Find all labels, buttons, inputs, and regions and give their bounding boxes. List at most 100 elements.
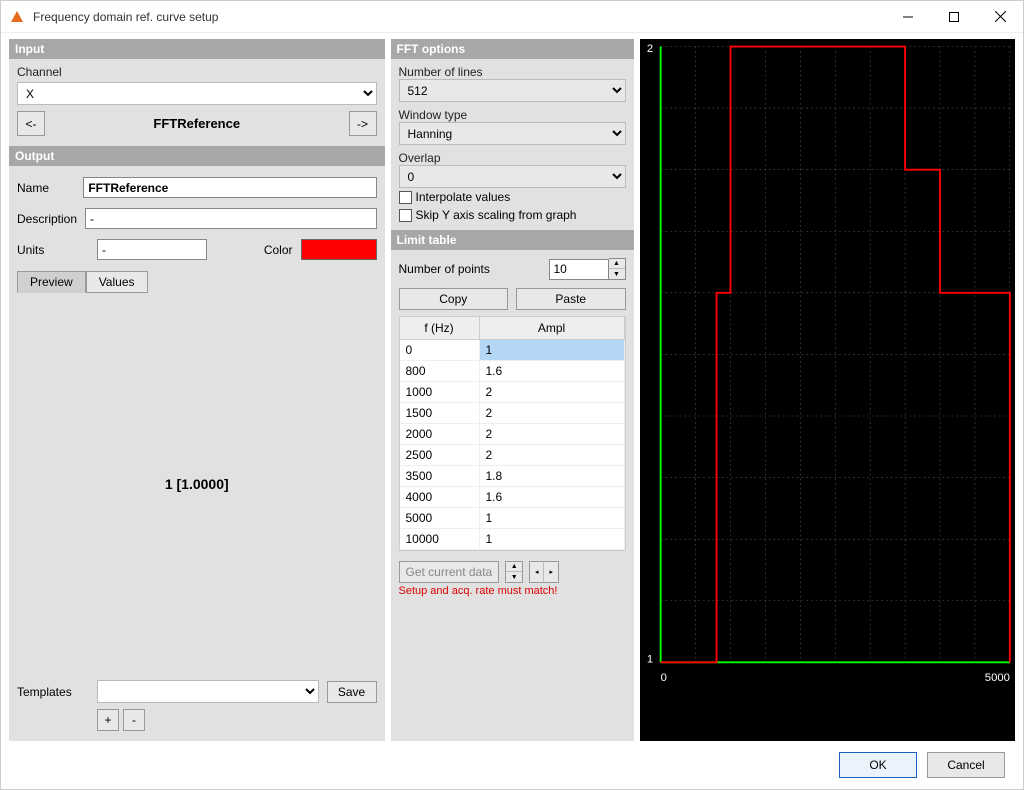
content-area: Input Channel X <- FFTReference -> Outpu… xyxy=(1,33,1023,741)
prev-channel-button[interactable]: <- xyxy=(17,111,45,136)
fft-header: FFT options xyxy=(391,39,634,59)
close-button[interactable] xyxy=(977,1,1023,32)
skipy-checkbox[interactable] xyxy=(399,209,412,222)
cell-ampl[interactable]: 1 xyxy=(480,529,625,549)
color-swatch[interactable] xyxy=(301,239,377,260)
titlebar: Frequency domain ref. curve setup xyxy=(1,1,1023,33)
cell-ampl[interactable]: 1.8 xyxy=(480,466,625,486)
cell-ampl[interactable]: 2 xyxy=(480,424,625,444)
points-input[interactable] xyxy=(549,259,609,280)
svg-text:1: 1 xyxy=(646,653,652,665)
cell-f[interactable]: 2500 xyxy=(400,445,480,465)
table-row[interactable]: 50001 xyxy=(400,508,625,529)
col-a-header[interactable]: Ampl xyxy=(480,317,625,339)
points-label: Number of points xyxy=(399,262,490,276)
cell-ampl[interactable]: 1.6 xyxy=(480,487,625,507)
table-row[interactable]: 15002 xyxy=(400,403,625,424)
paste-button[interactable]: Paste xyxy=(516,288,626,310)
fft-panel: Number of lines 512 Window type Hanning … xyxy=(391,59,634,230)
col-f-header[interactable]: f (Hz) xyxy=(400,317,480,339)
getdata-up-button[interactable]: ▲ xyxy=(506,562,522,572)
cell-ampl[interactable]: 1.6 xyxy=(480,361,625,381)
getdata-down-button[interactable]: ▼ xyxy=(506,572,522,582)
table-row[interactable]: 10002 xyxy=(400,382,625,403)
input-panel: Channel X <- FFTReference -> xyxy=(9,59,385,146)
right-column: 0500021 xyxy=(640,39,1016,741)
overlap-label: Overlap xyxy=(399,151,626,165)
input-header: Input xyxy=(9,39,385,59)
cell-ampl[interactable]: 1 xyxy=(480,508,625,528)
channel-label: Channel xyxy=(17,65,377,79)
table-row[interactable]: 20002 xyxy=(400,424,625,445)
cell-ampl[interactable]: 2 xyxy=(480,445,625,465)
getdata-left-button[interactable]: ◂ xyxy=(530,562,544,582)
skipy-label: Skip Y axis scaling from graph xyxy=(416,208,577,222)
cell-ampl[interactable]: 2 xyxy=(480,382,625,402)
preview-area: 1 [1.0000] xyxy=(17,293,377,674)
dialog-window: Frequency domain ref. curve setup Input … xyxy=(0,0,1024,790)
templates-remove-button[interactable]: - xyxy=(123,709,145,731)
channel-select[interactable]: X xyxy=(17,82,377,105)
limit-panel: Number of points ▲▼ Copy Paste f (Hz) Am… xyxy=(391,250,634,741)
lines-select[interactable]: 512 xyxy=(399,79,626,102)
cell-ampl[interactable]: 1 xyxy=(480,340,625,360)
color-label: Color xyxy=(264,243,293,257)
description-input[interactable] xyxy=(85,208,376,229)
name-label: Name xyxy=(17,181,75,195)
windowtype-label: Window type xyxy=(399,108,626,122)
window-title: Frequency domain ref. curve setup xyxy=(33,10,885,24)
templates-save-button[interactable]: Save xyxy=(327,681,377,703)
table-row[interactable]: 8001.6 xyxy=(400,361,625,382)
channel-name-title: FFTReference xyxy=(51,116,343,131)
left-column: Input Channel X <- FFTReference -> Outpu… xyxy=(9,39,385,741)
output-tabs: Preview Values xyxy=(17,271,377,293)
table-row[interactable]: 35001.8 xyxy=(400,466,625,487)
interpolate-label: Interpolate values xyxy=(416,190,511,204)
cancel-button[interactable]: Cancel xyxy=(927,752,1005,778)
cell-f[interactable]: 10000 xyxy=(400,529,480,549)
table-row[interactable]: 100001 xyxy=(400,529,625,550)
name-input[interactable] xyxy=(83,177,376,198)
maximize-button[interactable] xyxy=(931,1,977,32)
units-label: Units xyxy=(17,243,89,257)
output-header: Output xyxy=(9,146,385,166)
templates-label: Templates xyxy=(17,685,89,699)
cell-f[interactable]: 1000 xyxy=(400,382,480,402)
cell-f[interactable]: 3500 xyxy=(400,466,480,486)
cell-f[interactable]: 800 xyxy=(400,361,480,381)
preview-value-text: 1 [1.0000] xyxy=(165,476,229,492)
interpolate-checkbox[interactable] xyxy=(399,191,412,204)
copy-button[interactable]: Copy xyxy=(399,288,509,310)
templates-select[interactable] xyxy=(97,680,319,703)
templates-add-button[interactable]: + xyxy=(97,709,119,731)
table-row[interactable]: 25002 xyxy=(400,445,625,466)
points-up-button[interactable]: ▲ xyxy=(609,259,625,269)
next-channel-button[interactable]: -> xyxy=(349,111,377,136)
svg-text:0: 0 xyxy=(660,672,666,684)
window-controls xyxy=(885,1,1023,32)
overlap-select[interactable]: 0 xyxy=(399,165,626,188)
units-input[interactable] xyxy=(97,239,207,260)
table-row[interactable]: 01 xyxy=(400,340,625,361)
cell-f[interactable]: 4000 xyxy=(400,487,480,507)
output-panel: Name Description Units Color Preview Val… xyxy=(9,166,385,741)
windowtype-select[interactable]: Hanning xyxy=(399,122,626,145)
cell-f[interactable]: 5000 xyxy=(400,508,480,528)
lines-label: Number of lines xyxy=(399,65,626,79)
minimize-button[interactable] xyxy=(885,1,931,32)
get-current-data-button[interactable]: Get current data xyxy=(399,561,500,583)
reference-curve-chart[interactable]: 0500021 xyxy=(640,39,1016,741)
limit-table[interactable]: f (Hz) Ampl 018001.610002150022000225002… xyxy=(399,316,626,551)
getdata-right-button[interactable]: ▸ xyxy=(544,562,558,582)
cell-ampl[interactable]: 2 xyxy=(480,403,625,423)
tab-preview[interactable]: Preview xyxy=(17,271,86,293)
points-down-button[interactable]: ▼ xyxy=(609,269,625,279)
cell-f[interactable]: 0 xyxy=(400,340,480,360)
tab-values[interactable]: Values xyxy=(86,271,148,293)
ok-button[interactable]: OK xyxy=(839,752,917,778)
app-icon xyxy=(9,9,25,25)
limit-header: Limit table xyxy=(391,230,634,250)
table-row[interactable]: 40001.6 xyxy=(400,487,625,508)
cell-f[interactable]: 1500 xyxy=(400,403,480,423)
cell-f[interactable]: 2000 xyxy=(400,424,480,444)
